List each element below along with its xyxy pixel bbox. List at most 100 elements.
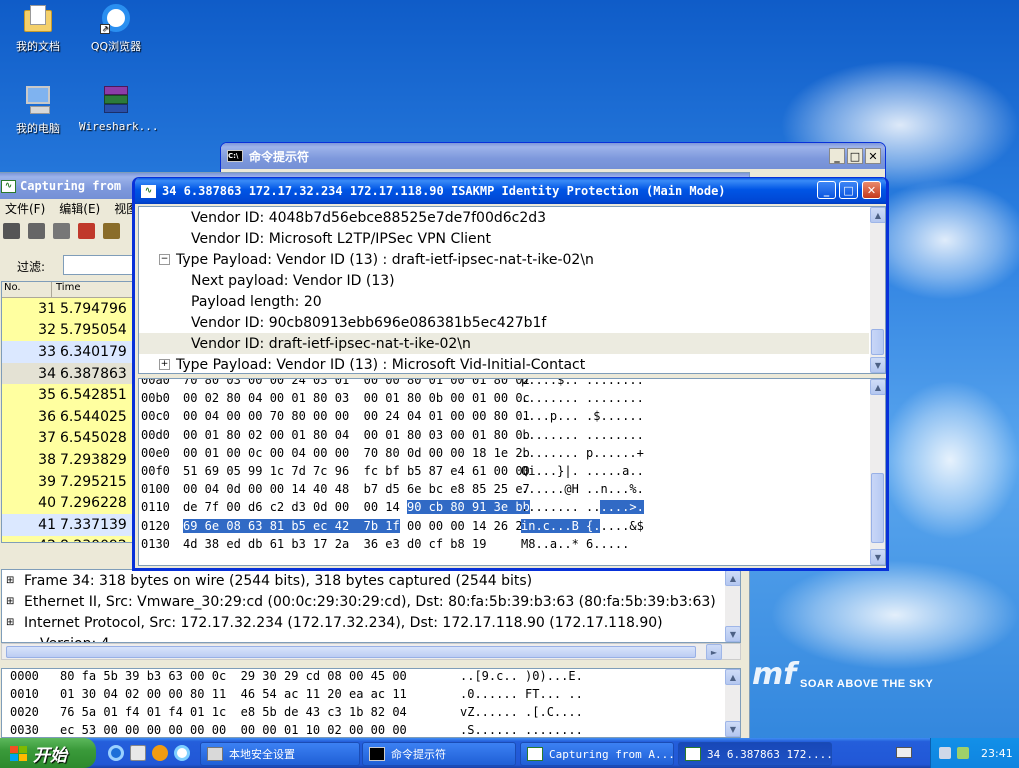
- detail-row[interactable]: Version: 4: [2, 633, 740, 643]
- hex-ascii: ........ p......+: [521, 446, 644, 460]
- packet-window[interactable]: ∿ 34 6.387863 172.17.32.234 172.17.118.9…: [132, 177, 889, 571]
- desktop-icon-my-computer[interactable]: 我的电脑: [1, 84, 75, 136]
- hex-scrollbar[interactable]: ▲ ▼: [869, 379, 885, 565]
- hex-bytes: 00 02 80 04 00 01 80 03 00 01 80 0b 00 0…: [183, 391, 530, 405]
- packet-no: 37: [38, 430, 56, 447]
- hex-ascii: p....$.. ........: [521, 378, 644, 387]
- hex-off: 00f0: [141, 463, 170, 478]
- task-packet-window[interactable]: 34 6.387863 172....: [678, 742, 832, 766]
- task-label: 本地安全设置: [229, 748, 295, 761]
- system-tray: 23:41: [930, 738, 1019, 768]
- minimize-button[interactable]: _: [817, 181, 836, 199]
- expand-icon[interactable]: +: [159, 359, 170, 370]
- byte-rows: 0000 80 fa 5b 39 b3 63 00 0c 29 30 29 cd …: [2, 669, 740, 737]
- desktop-icon-qq-browser[interactable]: ↗ QQ浏览器: [79, 2, 153, 54]
- task-local-security[interactable]: 本地安全设置: [200, 742, 360, 766]
- byte-hex: 01 30 04 02 00 00 80 11 46 54 ac 11 20 e…: [60, 687, 407, 701]
- maximize-button[interactable]: □: [839, 181, 858, 199]
- cmd-title-bar[interactable]: C:\ 命令提示符: [221, 143, 885, 169]
- wireshark-icon: [685, 747, 701, 761]
- details-scrollbar[interactable]: ▲ ▼: [724, 570, 740, 642]
- hex-off: 0130: [141, 536, 170, 551]
- details-horizontal-scrollbar[interactable]: ►: [1, 643, 741, 660]
- desktop-icon-my-documents[interactable]: 我的文档: [1, 2, 75, 54]
- tree-text: Payload length: 20: [191, 293, 322, 310]
- winrar-archive-icon: [100, 84, 132, 116]
- tree-row[interactable]: Vendor ID: 90cb80913ebb696e086381b5ec427…: [139, 312, 885, 333]
- packet-no: 32: [38, 322, 56, 339]
- packet-no: 33: [38, 343, 56, 360]
- ie-icon[interactable]: [108, 745, 124, 761]
- show-desktop-icon[interactable]: [130, 745, 146, 761]
- tree-row[interactable]: Vendor ID: 4048b7d56ebce88525e7de7f00d6c…: [139, 207, 885, 228]
- keyboard-icon[interactable]: [896, 747, 912, 758]
- packet-time: 7.295215: [60, 473, 127, 490]
- expand-icon[interactable]: ⊞: [2, 596, 18, 607]
- restart-capture-icon[interactable]: [103, 223, 120, 239]
- hex-rows: 00a0 70 80 03 00 00 24 03 01 00 00 80 01 …: [139, 378, 885, 555]
- wireshark-icon: ∿: [1, 179, 16, 193]
- expand-icon[interactable]: ⊞: [2, 617, 18, 628]
- tree-row[interactable]: − Type Payload: Vendor ID (13) : draft-ie…: [139, 249, 885, 270]
- packet-window-title-bar[interactable]: ∿ 34 6.387863 172.17.32.234 172.17.118.9…: [135, 178, 886, 204]
- tree-row[interactable]: + Type Payload: Vendor ID (13) : Microsof…: [139, 354, 885, 373]
- bytes-scrollbar[interactable]: ▲ ▼: [724, 669, 740, 737]
- sound-icon[interactable]: [939, 747, 951, 759]
- collapse-icon[interactable]: −: [159, 254, 170, 265]
- interfaces-icon[interactable]: [3, 223, 20, 239]
- detail-row[interactable]: ⊞ Internet Protocol, Src: 172.17.32.234 (…: [2, 612, 740, 633]
- hex-off: 00a0: [141, 378, 170, 387]
- task-label: 命令提示符: [391, 748, 446, 761]
- hex-dump-pane[interactable]: 00a0 70 80 03 00 00 24 03 01 00 00 80 01 …: [138, 378, 886, 566]
- tree-row[interactable]: Vendor ID: Microsoft L2TP/IPSec VPN Clie…: [139, 228, 885, 249]
- brand-text: SOAR ABOVE THE SKY: [800, 678, 934, 690]
- packet-bytes-pane[interactable]: 0000 80 fa 5b 39 b3 63 00 0c 29 30 29 cd …: [1, 668, 741, 738]
- detail-row[interactable]: ⊞ Ethernet II, Src: Vmware_30:29:cd (00:0…: [2, 591, 740, 612]
- task-cmd[interactable]: 命令提示符: [362, 742, 516, 766]
- desktop-icon-wireshark-archive[interactable]: Wireshark...: [79, 84, 158, 133]
- column-no[interactable]: No.: [2, 282, 52, 297]
- close-button[interactable]: ✕: [862, 181, 881, 199]
- stop-capture-icon[interactable]: [78, 223, 95, 239]
- hex-hex: 00 04 0d 00 00 14 40 48 b7 d5 6e bc e8 8…: [183, 482, 530, 497]
- tree-row[interactable]: Payload length: 20: [139, 291, 885, 312]
- packet-no: 39: [38, 473, 56, 490]
- media-player-icon[interactable]: [152, 745, 168, 761]
- wireshark-title: Capturing from: [20, 179, 122, 193]
- hex-off: 0120: [141, 518, 170, 533]
- capture-options-icon[interactable]: [28, 223, 45, 239]
- hex-ascii: ......@H ..n...%.: [521, 482, 644, 496]
- hex-bytes: 00 04 00 00 70 80 00 00 00 24 04 01 00 0…: [183, 409, 530, 423]
- hex-bytes: 70 80 03 00 00 24 03 01 00 00 80 01 00 0…: [183, 379, 530, 387]
- tree-scrollbar[interactable]: ▲ ▼: [869, 207, 885, 373]
- expand-icon[interactable]: ⊞: [2, 575, 18, 586]
- packet-time: 7.296228: [60, 495, 127, 512]
- hex-hex-sel: 90 cb 80 91 3e bb: [406, 500, 530, 515]
- start-capture-icon[interactable]: [53, 223, 70, 239]
- hex-off: 0110: [141, 500, 170, 515]
- network-icon[interactable]: [957, 747, 969, 759]
- protocol-tree-pane[interactable]: Vendor ID: 4048b7d56ebce88525e7de7f00d6c…: [138, 206, 886, 374]
- packet-details-pane[interactable]: ⊞ Frame 34: 318 bytes on wire (2544 bits)…: [1, 569, 741, 643]
- hex-bytes: 69 6e 08 63 81 b5 ec 42 7b 1f 00 00 00 1…: [183, 518, 530, 533]
- menu-file[interactable]: 文件(F): [5, 200, 45, 217]
- byte-hex: 76 5a 01 f4 01 f4 01 1c e8 5b de 43 c3 1…: [60, 705, 407, 719]
- detail-row[interactable]: ⊞ Frame 34: 318 bytes on wire (2544 bits)…: [2, 570, 740, 591]
- packet-no: 38: [38, 451, 56, 468]
- hex-ascii-sel: ....>.: [600, 500, 644, 515]
- wireshark-icon: [527, 747, 543, 761]
- hex-ascii: ....p... .$......: [521, 409, 644, 424]
- cmd-close-button[interactable]: ✕: [865, 148, 881, 164]
- tree-row[interactable]: Vendor ID: draft-ietf-ipsec-nat-t-ike-02…: [139, 333, 885, 354]
- task-wireshark-capture[interactable]: Capturing from A...: [520, 742, 674, 766]
- packet-time: 7.337139: [60, 516, 127, 533]
- tree-text: Type Payload: Vendor ID (13) : Microsoft…: [176, 356, 586, 373]
- menu-edit[interactable]: 编辑(E): [59, 200, 100, 217]
- start-button[interactable]: 开始: [0, 738, 96, 768]
- qq-browser-icon[interactable]: [174, 745, 190, 761]
- cmd-maximize-button[interactable]: □: [847, 148, 863, 164]
- byte-off: 0030: [10, 723, 39, 737]
- cmd-minimize-button[interactable]: _: [829, 148, 845, 164]
- tree-row[interactable]: Next payload: Vendor ID (13): [139, 270, 885, 291]
- qq-browser-icon: ↗: [100, 2, 132, 34]
